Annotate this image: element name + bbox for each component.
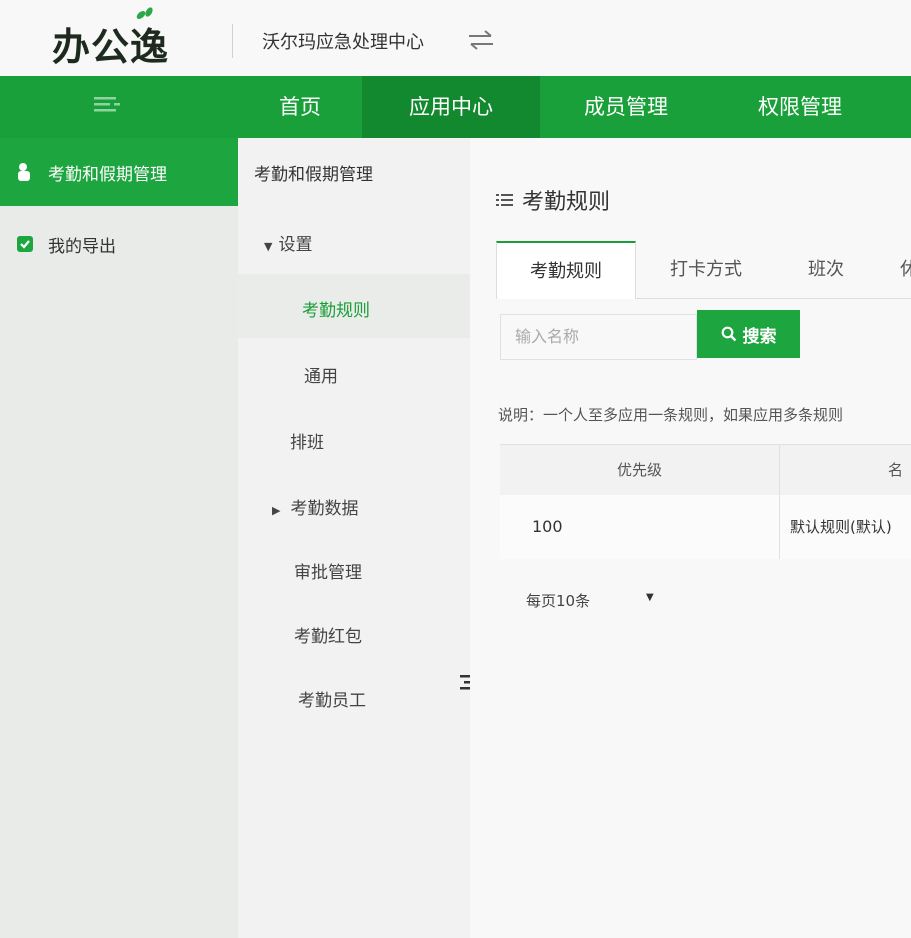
sidebar-item-label: 考勤和假期管理 xyxy=(48,164,167,185)
search-input[interactable] xyxy=(500,314,697,360)
sidebar-item-label: 我的导出 xyxy=(48,236,116,257)
search-icon xyxy=(721,326,736,342)
tab-bar: 考勤规则 打卡方式 班次 休 xyxy=(496,241,911,299)
sub-menu-item-scheduling[interactable]: 排班 xyxy=(290,428,324,453)
hand-icon xyxy=(18,163,30,181)
app-logo[interactable]: 办公逸 xyxy=(52,16,169,71)
leaf-icon xyxy=(136,7,153,19)
nav-permission-management[interactable]: 权限管理 xyxy=(712,76,888,138)
page-title: 考勤规则 xyxy=(496,184,610,216)
sub-menu-title: 考勤和假期管理 xyxy=(254,165,373,185)
sub-menu-item-red-packet[interactable]: 考勤红包 xyxy=(294,622,362,647)
rules-table: 优先级 名 100 默认规则(默认) xyxy=(500,444,911,559)
tab-leave[interactable]: 休 xyxy=(894,241,911,299)
menu-icon[interactable] xyxy=(92,94,122,118)
sidebar-item-my-export[interactable]: 我的导出 xyxy=(0,210,238,278)
page-size-select[interactable]: 每页10条 xyxy=(526,590,590,611)
caret-right-icon: ▶ xyxy=(272,504,281,517)
column-divider xyxy=(779,445,780,559)
sidebar-item-attendance[interactable]: 考勤和假期管理 xyxy=(0,138,238,206)
nav-home[interactable]: 首页 xyxy=(240,76,360,138)
sub-menu-item-approval[interactable]: 审批管理 xyxy=(294,558,362,583)
caret-down-icon[interactable]: ▼ xyxy=(646,592,654,603)
sub-menu-item-employees[interactable]: 考勤员工 xyxy=(298,686,366,711)
tab-attendance-rules[interactable]: 考勤规则 xyxy=(496,241,636,299)
search-button[interactable]: 搜索 xyxy=(697,310,800,358)
list-icon xyxy=(496,194,513,206)
sub-menu-settings-label: 设置 xyxy=(278,235,313,255)
check-icon xyxy=(17,236,33,252)
top-navbar: 首页 应用中心 成员管理 权限管理 xyxy=(0,76,911,138)
switch-org-icon[interactable] xyxy=(467,30,495,50)
sub-menu-item-attendance-rules[interactable]: 考勤规则 xyxy=(302,296,370,321)
left-sidebar: 考勤和假期管理 我的导出 xyxy=(0,138,238,938)
tab-clock-method[interactable]: 打卡方式 xyxy=(646,241,766,299)
sub-menu-settings[interactable]: ▼ 设置 xyxy=(264,230,312,255)
tab-shifts[interactable]: 班次 xyxy=(786,241,866,299)
table-cell-priority: 100 xyxy=(500,495,779,559)
sub-menu-item-attendance-data[interactable]: ▶ 考勤数据 xyxy=(272,494,358,519)
sub-menu: 考勤和假期管理 ▼ 设置 考勤规则 通用 排班 ▶ 考勤数据 审批管理 考勤红包 考… xyxy=(238,138,470,938)
table-cell-name[interactable]: 默认规则(默认) xyxy=(780,495,911,559)
rule-note: 说明：一个人至多应用一条规则，如果应用多条规则 xyxy=(498,406,844,424)
nav-member-management[interactable]: 成员管理 xyxy=(540,76,712,138)
page-title-text: 考勤规则 xyxy=(522,190,611,215)
app-header: 办公逸 沃尔玛应急处理中心 xyxy=(0,0,911,80)
search-button-label: 搜索 xyxy=(742,326,777,347)
header-divider xyxy=(232,24,233,58)
table-header-name: 名 xyxy=(780,445,911,495)
nav-app-center[interactable]: 应用中心 xyxy=(362,76,540,138)
caret-down-icon: ▼ xyxy=(264,240,273,253)
sub-menu-item-label: 考勤数据 xyxy=(290,499,359,519)
sub-menu-item-general[interactable]: 通用 xyxy=(304,362,338,387)
org-name: 沃尔玛应急处理中心 xyxy=(262,32,424,53)
table-header-priority: 优先级 xyxy=(500,445,779,495)
